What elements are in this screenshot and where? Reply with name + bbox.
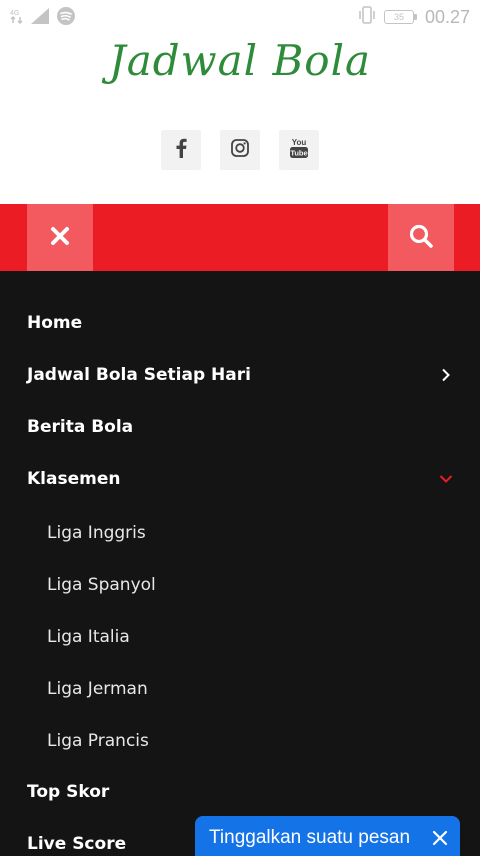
- submenu-item-label: Liga Prancis: [47, 731, 149, 751]
- search-button[interactable]: [388, 204, 454, 271]
- submenu-item-label: Liga Spanyol: [47, 575, 156, 595]
- svg-text:Tube: Tube: [290, 149, 307, 158]
- chat-widget-label[interactable]: Tinggalkan suatu pesan: [209, 827, 420, 849]
- close-icon: [50, 226, 70, 250]
- close-menu-button[interactable]: [27, 204, 93, 271]
- close-icon[interactable]: [420, 818, 460, 856]
- submenu-item-label: Liga Jerman: [47, 679, 148, 699]
- signal-icon: [30, 7, 50, 29]
- spotify-icon: [56, 6, 76, 30]
- chevron-right-icon[interactable]: [439, 368, 453, 382]
- svg-text:4G: 4G: [10, 10, 19, 17]
- youtube-button[interactable]: You Tube: [279, 130, 319, 170]
- status-bar: 4G 35 00.27: [0, 0, 480, 32]
- menu-item-home[interactable]: Home: [27, 303, 453, 343]
- chat-widget[interactable]: Tinggalkan suatu pesan: [195, 816, 460, 856]
- menu-item-label: Home: [27, 313, 83, 333]
- battery-icon: 35: [383, 10, 417, 24]
- menu-item-label: Berita Bola: [27, 417, 134, 437]
- menu-item-label: Live Score: [27, 834, 127, 854]
- submenu-item-liga-spanyol[interactable]: Liga Spanyol: [47, 565, 453, 605]
- submenu-item-liga-prancis[interactable]: Liga Prancis: [47, 721, 453, 761]
- vibrate-icon: [358, 5, 376, 29]
- submenu-item-liga-inggris[interactable]: Liga Inggris: [47, 513, 453, 553]
- menu-item-label: Klasemen: [27, 469, 121, 489]
- menu-item-berita-bola[interactable]: Berita Bola: [27, 407, 453, 447]
- instagram-icon: [231, 139, 249, 161]
- battery-level: 35: [383, 10, 414, 24]
- nav-menu: Home Jadwal Bola Setiap Hari Berita Bola…: [0, 271, 480, 856]
- menu-item-klasemen[interactable]: Klasemen: [27, 459, 453, 499]
- menu-item-jadwal-bola-setiap-hari[interactable]: Jadwal Bola Setiap Hari: [27, 355, 453, 395]
- data-icon: 4G: [10, 8, 24, 28]
- submenu-item-label: Liga Italia: [47, 627, 130, 647]
- menu-item-top-skor[interactable]: Top Skor: [27, 772, 453, 812]
- menu-item-label: Top Skor: [27, 782, 110, 802]
- youtube-icon: You Tube: [289, 137, 309, 163]
- search-icon: [408, 223, 434, 253]
- svg-text:You: You: [292, 138, 307, 147]
- submenu-item-liga-jerman[interactable]: Liga Jerman: [47, 669, 453, 709]
- instagram-button[interactable]: [220, 130, 260, 170]
- chevron-down-icon[interactable]: [439, 472, 453, 486]
- facebook-button[interactable]: [161, 130, 201, 170]
- site-title[interactable]: Jadwal Bola: [0, 36, 480, 85]
- nav-bar: [0, 204, 480, 271]
- social-links: You Tube: [0, 130, 480, 170]
- submenu-item-label: Liga Inggris: [47, 523, 146, 543]
- status-left-icons: 4G: [10, 6, 76, 30]
- status-time: 00.27: [424, 6, 470, 27]
- status-right-icons: 35 00.27: [358, 5, 470, 29]
- submenu-item-liga-italia[interactable]: Liga Italia: [47, 617, 453, 657]
- menu-item-label: Jadwal Bola Setiap Hari: [27, 365, 251, 385]
- facebook-icon: [175, 138, 187, 162]
